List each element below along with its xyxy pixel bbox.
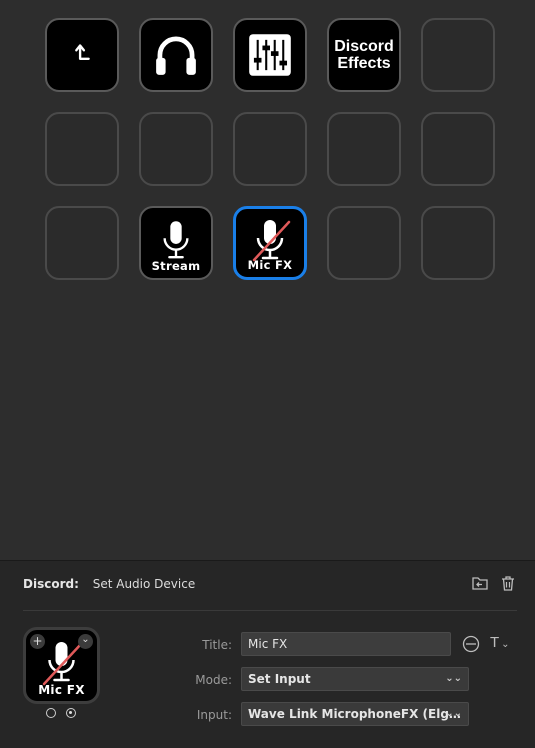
input-select[interactable]: Wave Link MicrophoneFX (Elg… ⌄⌄ xyxy=(241,702,469,726)
mixer-sliders-icon xyxy=(249,34,291,76)
input-label: Input: xyxy=(196,708,232,722)
title-label: Title: xyxy=(202,638,232,652)
key-empty[interactable] xyxy=(45,112,119,186)
key-discord-effects[interactable]: Discord Effects xyxy=(327,18,401,92)
key-label: Stream xyxy=(151,259,201,273)
headphones-icon xyxy=(156,36,196,75)
key-stream-mic[interactable]: Stream xyxy=(139,206,213,280)
key-empty[interactable] xyxy=(421,18,495,92)
trash-icon[interactable] xyxy=(499,574,517,592)
key-preview[interactable]: + ⌄ Mic FX xyxy=(23,627,100,704)
text-format-button[interactable]: T ⌄ xyxy=(490,634,510,651)
key-empty[interactable] xyxy=(421,112,495,186)
action-header: Discord: Set Audio Device xyxy=(23,577,195,591)
key-discord-effects-label: Discord Effects xyxy=(329,38,399,72)
chevron-down-icon: ⌄⌄ xyxy=(445,708,462,719)
mode-select[interactable]: Set Input ⌄⌄ xyxy=(241,667,469,691)
key-text-line2: Effects xyxy=(337,55,391,72)
chevron-down-icon: ⌄⌄ xyxy=(445,673,462,684)
key-label: Mic FX xyxy=(247,258,293,272)
key-grid: Discord Effects Stream Mic FX xyxy=(0,0,535,560)
folder-icon[interactable] xyxy=(471,574,489,592)
divider xyxy=(23,610,517,611)
mode-select-value: Set Input xyxy=(248,672,311,686)
key-back[interactable] xyxy=(45,18,119,92)
state-dot-2[interactable] xyxy=(66,708,76,718)
state-dot-1[interactable] xyxy=(46,708,56,718)
key-empty[interactable] xyxy=(327,206,401,280)
key-text-line1: Discord xyxy=(334,38,394,55)
property-inspector: Discord: Set Audio Device + ⌄ Mic FX Tit… xyxy=(0,560,535,748)
mode-label: Mode: xyxy=(195,673,232,687)
key-empty[interactable] xyxy=(233,112,307,186)
plugin-name: Discord: xyxy=(23,577,79,591)
key-mic-fx[interactable]: Mic FX xyxy=(233,206,307,280)
chevron-down-icon: ⌄ xyxy=(501,639,510,650)
title-input[interactable]: Mic FX xyxy=(241,632,451,656)
state-menu-button[interactable]: ⌄ xyxy=(78,634,93,649)
text-format-icon: T xyxy=(490,634,500,651)
key-headphones[interactable] xyxy=(139,18,213,92)
back-arrow-icon xyxy=(75,44,90,60)
title-alignment-icon[interactable] xyxy=(460,635,482,653)
input-select-value: Wave Link MicrophoneFX (Elg… xyxy=(248,707,461,721)
key-empty[interactable] xyxy=(139,112,213,186)
add-state-button[interactable]: + xyxy=(30,634,45,649)
action-name: Set Audio Device xyxy=(92,577,196,591)
preview-label: Mic FX xyxy=(38,683,85,697)
key-empty[interactable] xyxy=(327,112,401,186)
key-empty[interactable] xyxy=(421,206,495,280)
key-empty[interactable] xyxy=(45,206,119,280)
key-mixer[interactable] xyxy=(233,18,307,92)
